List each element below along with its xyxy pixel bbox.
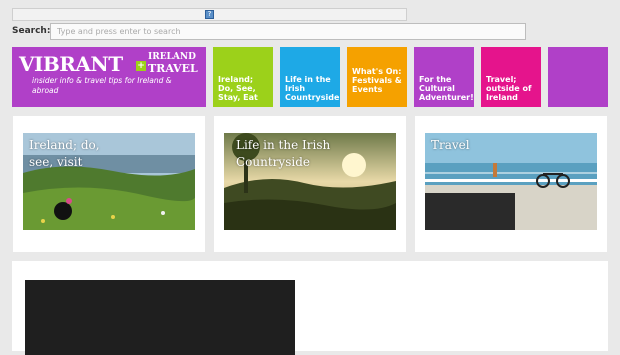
nav-tile-label: Ireland; Do, See, Stay, Eat	[218, 75, 258, 102]
card-caption: Life in the Irish Countryside	[236, 138, 331, 169]
card-image-travel[interactable]: Travel	[425, 133, 597, 230]
nav-tile-label: What's On: Festivals & Events	[352, 67, 402, 94]
nav-tile-ireland-do-see[interactable]: Ireland; Do, See, Stay, Eat	[213, 47, 273, 107]
nav-tile-whats-on[interactable]: What's On: Festivals & Events	[347, 47, 407, 107]
logo-ireland: IRELAND	[148, 52, 196, 62]
nav-tile-label: Life in the Irish Countryside	[285, 75, 340, 102]
card-caption: Ireland; do, see, visit	[29, 138, 100, 169]
nav-tile-label: For the Cultural Adventurer!	[419, 75, 474, 102]
card-countryside[interactable]: Life in the Irish Countryside	[214, 116, 406, 252]
logo-vibrant: VIBRANT	[19, 52, 123, 76]
card-ireland[interactable]: Ireland; do, see, visit	[13, 116, 205, 252]
top-bar: ?	[12, 8, 407, 21]
card-caption: Travel	[431, 138, 470, 152]
card-travel[interactable]: Travel	[415, 116, 607, 252]
search-input[interactable]	[50, 23, 526, 40]
nav-tile-extra[interactable]	[548, 47, 608, 107]
help-icon[interactable]: ?	[205, 10, 214, 19]
logo-plus-icon: +	[136, 61, 146, 71]
logo-travel: TRAVEL	[148, 62, 198, 75]
nav-tile-travel-abroad[interactable]: Travel; outside of Ireland	[481, 47, 541, 107]
logo-tagline: insider info & travel tips for Ireland &…	[32, 76, 172, 95]
card-image-coast[interactable]: Ireland; do, see, visit	[23, 133, 195, 230]
card-image-countryside[interactable]: Life in the Irish Countryside	[224, 133, 396, 230]
nav-tile-cultural[interactable]: For the Cultural Adventurer!	[414, 47, 474, 107]
nav-tile-label: Travel; outside of Ireland	[486, 75, 532, 102]
search-label: Search:	[12, 26, 51, 36]
content-panel	[12, 261, 608, 355]
site-logo[interactable]: VIBRANT + IRELAND TRAVEL insider info & …	[12, 47, 206, 107]
video-player[interactable]	[25, 280, 295, 355]
nav-tile-countryside[interactable]: Life in the Irish Countryside	[280, 47, 340, 107]
